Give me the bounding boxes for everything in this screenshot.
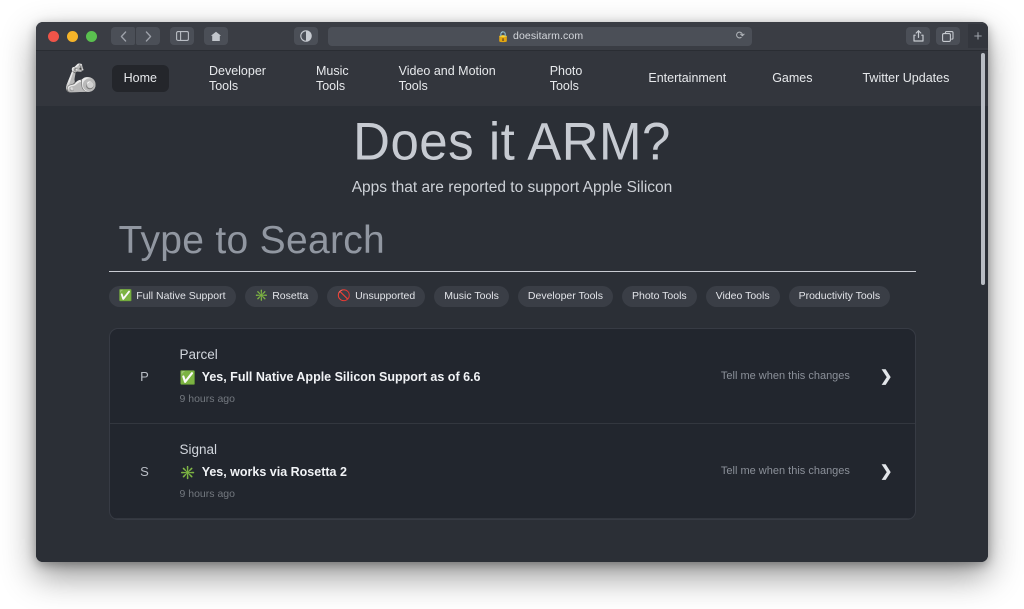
window-controls — [36, 31, 97, 42]
filter-chip-music-tools[interactable]: Music Tools — [434, 286, 509, 307]
timestamp: 9 hours ago — [180, 488, 721, 500]
filter-chip-full-native-support[interactable]: ✅ Full Native Support — [109, 286, 236, 307]
home-button[interactable] — [204, 27, 228, 45]
lock-icon: 🔒 — [497, 30, 510, 43]
address-bar[interactable]: 🔒 doesitarm.com ⟳ — [328, 27, 752, 46]
zoom-window-button[interactable] — [86, 31, 97, 42]
show-tabs-icon — [942, 31, 954, 42]
timestamp: 9 hours ago — [180, 393, 721, 405]
search-input[interactable] — [109, 219, 916, 272]
green-check-icon: ✅ — [119, 291, 133, 302]
url-label: doesitarm.com — [513, 30, 583, 42]
share-icon — [913, 30, 924, 42]
results-card: P Parcel ✅ Yes, Full Native Apple Silico… — [109, 328, 916, 520]
nav-item-entertainment[interactable]: Entertainment — [636, 65, 738, 92]
toolbar-spacer-2 — [195, 27, 203, 45]
notify-link[interactable]: Tell me when this changes — [721, 465, 850, 477]
nav-item-twitter-updates[interactable]: Twitter Updates — [850, 65, 961, 92]
filter-chip-label: Video Tools — [716, 289, 770, 303]
status-badge: ✅ Yes, Full Native Apple Silicon Support… — [180, 370, 721, 384]
filter-chip-label: Productivity Tools — [799, 289, 881, 303]
nav-links: Home Developer Tools Music Tools Video a… — [112, 58, 988, 100]
new-tab-button[interactable]: + — [968, 24, 988, 48]
chevron-left-icon — [120, 31, 127, 42]
status-text: Yes, works via Rosetta 2 — [202, 465, 347, 479]
scrollbar-thumb[interactable] — [981, 53, 985, 285]
browser-window: 🔒 doesitarm.com ⟳ + — [36, 22, 988, 562]
nav-item-developer-tools[interactable]: Developer Tools — [197, 58, 278, 100]
reader-view-icon — [300, 30, 312, 42]
green-check-icon: ✅ — [180, 371, 196, 384]
table-row[interactable]: S Signal ✳️ Yes, works via Rosetta 2 9 h… — [110, 424, 915, 519]
show-tabs-button[interactable] — [936, 27, 960, 45]
notify-link[interactable]: Tell me when this changes — [721, 370, 850, 382]
filter-chip-productivity-tools[interactable]: Productivity Tools — [789, 286, 891, 307]
toolbar-spacer — [161, 27, 169, 45]
chevron-right-icon[interactable]: ❯ — [880, 369, 893, 384]
filter-chip-label: Full Native Support — [136, 289, 225, 303]
search-section — [109, 219, 916, 272]
app-initial: P — [110, 369, 180, 384]
filter-chip-label: Photo Tools — [632, 289, 687, 303]
nav-item-video-and-motion-tools[interactable]: Video and Motion Tools — [387, 58, 508, 100]
home-icon — [210, 31, 222, 42]
green-asterisk-icon: ✳️ — [180, 466, 196, 479]
row-content: Signal ✳️ Yes, works via Rosetta 2 9 hou… — [180, 442, 721, 500]
site-navigation: 🦾 Home Developer Tools Music Tools Video… — [36, 51, 988, 106]
page-title: Does it ARM? — [36, 113, 988, 171]
table-row[interactable]: P Parcel ✅ Yes, Full Native Apple Silico… — [110, 329, 915, 424]
page-scrollbar[interactable] — [980, 53, 986, 558]
filter-chip-label: Unsupported — [355, 289, 415, 303]
share-button[interactable] — [906, 27, 930, 45]
nav-item-games[interactable]: Games — [760, 65, 824, 92]
status-text: Yes, Full Native Apple Silicon Support a… — [202, 370, 481, 384]
page-subtitle: Apps that are reported to support Apple … — [36, 179, 988, 197]
back-button[interactable] — [111, 27, 135, 45]
titlebar-right-controls: + — [906, 24, 980, 48]
close-window-button[interactable] — [48, 31, 59, 42]
forward-button[interactable] — [136, 27, 160, 45]
filter-chips: ✅ Full Native Support ✳️ Rosetta 🚫 Unsup… — [109, 286, 916, 307]
reader-view-button[interactable] — [294, 27, 318, 45]
app-name: Signal — [180, 442, 721, 457]
app-name: Parcel — [180, 347, 721, 362]
filter-chip-label: Developer Tools — [528, 289, 603, 303]
filter-chip-label: Rosetta — [272, 289, 308, 303]
hero-section: Does it ARM? Apps that are reported to s… — [36, 106, 988, 197]
green-asterisk-icon: ✳️ — [255, 291, 269, 302]
filter-chip-developer-tools[interactable]: Developer Tools — [518, 286, 613, 307]
navigation-buttons — [111, 27, 228, 45]
filter-chip-label: Music Tools — [444, 289, 499, 303]
nav-item-home[interactable]: Home — [112, 65, 169, 92]
url-text-container: 🔒 doesitarm.com — [497, 30, 583, 43]
page-viewport: 🦾 Home Developer Tools Music Tools Video… — [36, 51, 988, 562]
chevron-right-icon — [145, 31, 152, 42]
nav-item-music-tools[interactable]: Music Tools — [304, 58, 361, 100]
row-content: Parcel ✅ Yes, Full Native Apple Silicon … — [180, 347, 721, 405]
reload-button[interactable]: ⟳ — [736, 31, 745, 42]
status-badge: ✳️ Yes, works via Rosetta 2 — [180, 465, 721, 479]
browser-titlebar: 🔒 doesitarm.com ⟳ + — [36, 22, 988, 51]
filter-chip-rosetta[interactable]: ✳️ Rosetta — [245, 286, 319, 307]
sidebar-icon — [176, 31, 189, 41]
nav-item-photo-tools[interactable]: Photo Tools — [538, 58, 595, 100]
prohibited-icon: 🚫 — [337, 291, 351, 302]
filter-chip-unsupported[interactable]: 🚫 Unsupported — [327, 286, 425, 307]
filter-chip-photo-tools[interactable]: Photo Tools — [622, 286, 697, 307]
chevron-right-icon[interactable]: ❯ — [880, 464, 893, 479]
site-logo-icon[interactable]: 🦾 — [64, 65, 98, 92]
toggle-sidebar-button[interactable] — [170, 27, 194, 45]
filter-chip-video-tools[interactable]: Video Tools — [706, 286, 780, 307]
app-initial: S — [110, 464, 180, 479]
minimize-window-button[interactable] — [67, 31, 78, 42]
